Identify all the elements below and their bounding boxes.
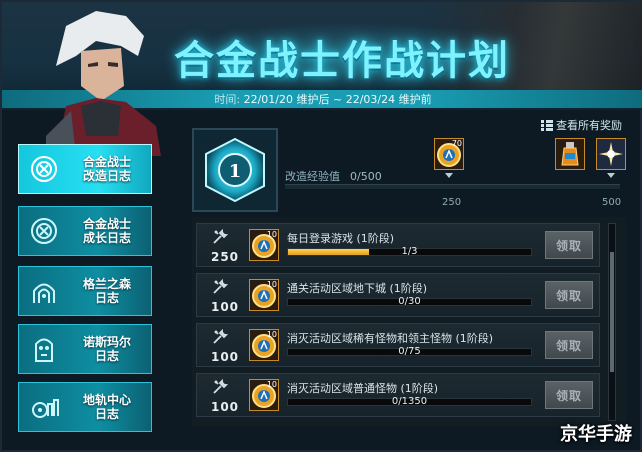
- task-list-scrollbar[interactable]: [608, 223, 616, 421]
- page-title: 合金战士作战计划: [174, 38, 510, 84]
- bottle-icon: [561, 142, 579, 166]
- exp-label: 改造经验值 0/500: [285, 170, 382, 183]
- claim-button[interactable]: 领取: [545, 231, 593, 259]
- sidebar-item-label: 合金战士 成长日志: [82, 217, 131, 245]
- wrench-icon: [213, 229, 228, 244]
- forest-arch-icon: [19, 267, 69, 315]
- task-reward: 10: [249, 229, 279, 261]
- sidebar-item-3[interactable]: 诺斯玛尔 日志: [18, 324, 152, 374]
- milestone-reward-250[interactable]: 70: [434, 138, 464, 170]
- level-badge: 1: [192, 128, 278, 212]
- level-emblem-icon: 1: [205, 137, 265, 203]
- task-points: 100: [210, 350, 240, 364]
- task-name: 每日登录游戏 (1阶段): [287, 232, 395, 245]
- wrench-icon: [213, 329, 228, 344]
- claim-button[interactable]: 领取: [545, 381, 593, 409]
- task-row-1: 100 10 通关活动区域地下城 (1阶段) 0/30 领取: [196, 273, 600, 317]
- event-window: 合金战士作战计划 时间: 22/01/20 维护后 ~ 22/03/24 维护前…: [0, 0, 642, 452]
- task-progress-text: 0/75: [398, 346, 421, 357]
- task-progress-text: 0/1350: [391, 396, 428, 407]
- hero-character-illustration: [46, 11, 161, 156]
- task-progress-text: 1/3: [401, 246, 418, 257]
- wrench-icon: [213, 379, 228, 394]
- sidebar-item-0[interactable]: 合金战士 改造日志: [18, 144, 152, 194]
- scrollbar-thumb[interactable]: [610, 252, 614, 372]
- wrench-icon: [213, 279, 228, 294]
- reward-quantity: 10: [266, 230, 277, 239]
- task-progress-text: 0/30: [398, 296, 421, 307]
- sidebar-item-label: 诺斯玛尔 日志: [82, 335, 131, 363]
- exp-progress-bar: [285, 184, 620, 189]
- exp-value: 0/500: [350, 170, 382, 183]
- reward-quantity: 70: [451, 139, 462, 148]
- milestone-marker-icon: [445, 173, 453, 178]
- view-all-rewards-label: 查看所有奖励: [556, 119, 622, 132]
- reward-quantity: 10: [266, 280, 277, 289]
- level-value: 1: [229, 161, 242, 182]
- exp-tick-250: 250: [442, 197, 462, 208]
- task-row-2: 100 10 消灭活动区域稀有怪物和领主怪物 (1阶段) 0/75 领取: [196, 323, 600, 367]
- reward-quantity: 10: [266, 330, 277, 339]
- reward-quantity: 10: [266, 380, 277, 389]
- watermark-logo: 京华手游: [560, 424, 632, 445]
- list-icon: [541, 119, 553, 131]
- tombstone-icon: [19, 325, 69, 373]
- sidebar-item-1[interactable]: 合金战士 成长日志: [18, 206, 152, 256]
- sidebar-item-4[interactable]: 地轨中心 日志: [18, 382, 152, 432]
- sidebar-item-label: 合金战士 改造日志: [82, 155, 131, 183]
- exp-tick-500: 500: [602, 197, 622, 208]
- sidebar-item-2[interactable]: 格兰之森 日志: [18, 266, 152, 316]
- claim-button[interactable]: 领取: [545, 331, 593, 359]
- task-points: 100: [210, 300, 240, 314]
- sparkle-icon: [597, 139, 625, 169]
- sidebar-item-label: 地轨中心 日志: [82, 393, 131, 421]
- claim-button[interactable]: 领取: [545, 281, 593, 309]
- task-row-0: 250 10 每日登录游戏 (1阶段) 1/3 领取: [196, 223, 600, 267]
- task-name: 通关活动区域地下城 (1阶段): [287, 282, 428, 295]
- task-list: 250 10 每日登录游戏 (1阶段) 1/3 领取 100 10 通关活动区域…: [192, 217, 626, 427]
- task-row-3: 100 10 消灭活动区域普通怪物 (1阶段) 0/1350 领取: [196, 373, 600, 417]
- task-points: 250: [210, 250, 240, 264]
- view-all-rewards-link[interactable]: 查看所有奖励: [541, 117, 622, 133]
- gear-city-icon: [19, 383, 69, 431]
- task-name: 消灭活动区域稀有怪物和领主怪物 (1阶段): [287, 332, 494, 345]
- milestone-marker-icon: [607, 173, 615, 178]
- milestone-reward-500b[interactable]: [596, 138, 626, 170]
- task-reward: 10: [249, 379, 279, 411]
- time-range: 22/01/20 维护后 ~ 22/03/24 维护前: [243, 93, 432, 106]
- time-prefix: 时间:: [214, 93, 241, 106]
- sidebar-item-label: 格兰之森 日志: [82, 277, 131, 305]
- task-reward: 10: [249, 329, 279, 361]
- milestone-reward-500a[interactable]: [555, 138, 585, 170]
- task-reward: 10: [249, 279, 279, 311]
- x-circle-icon: [19, 207, 69, 255]
- task-name: 消灭活动区域普通怪物 (1阶段): [287, 382, 439, 395]
- task-points: 100: [210, 400, 240, 414]
- x-circle-icon: [19, 145, 69, 193]
